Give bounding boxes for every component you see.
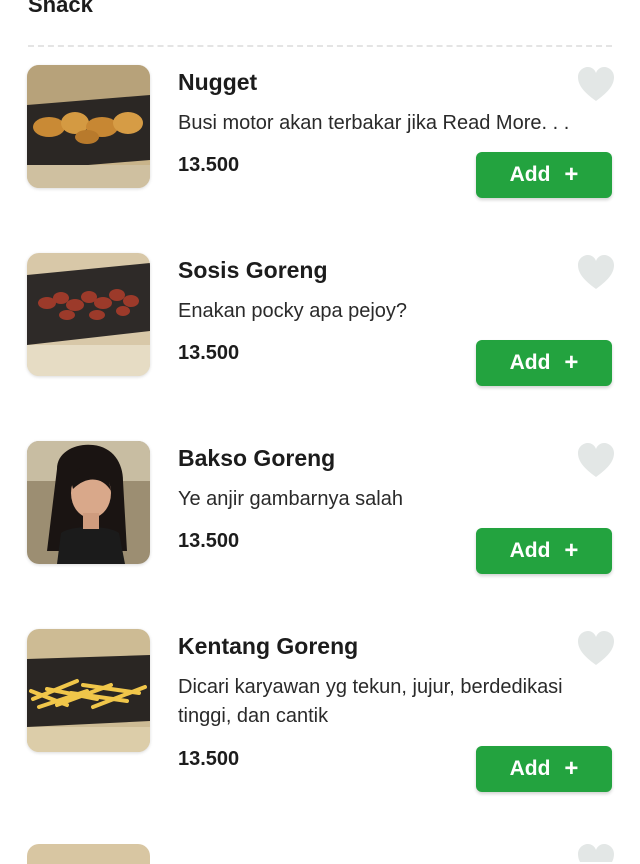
item-name: Bakso Goreng (178, 445, 336, 471)
plus-icon: + (564, 755, 579, 782)
add-button[interactable]: Add + (476, 528, 612, 574)
menu-item[interactable]: Sosis Goreng Enakan pocky apa pejoy? 13.… (0, 253, 640, 413)
portrait-photo (27, 441, 150, 564)
item-image-kentang-goreng[interactable] (27, 629, 150, 752)
item-image-nugget[interactable] (27, 65, 150, 188)
item-description: Ye anjir gambarnya salah (178, 488, 403, 510)
plus-icon: + (564, 537, 579, 564)
item-description: Enakan pocky apa pejoy? (178, 300, 408, 322)
item-image-bakso-goreng[interactable] (27, 441, 150, 564)
item-price: 13.500 (178, 748, 240, 770)
menu-item[interactable]: Kentang Goreng Dicari karyawan yg tekun,… (0, 629, 640, 792)
item-name: Nugget (178, 69, 258, 95)
add-button-label: Add (509, 351, 551, 374)
next-item-heart-icon[interactable] (576, 842, 616, 862)
section-title: Snack (28, 0, 93, 17)
item-description: Dicari karyawan yg tekun, jujur, berdedi… (178, 676, 563, 727)
item-price: 13.500 (178, 154, 240, 176)
add-button-label: Add (509, 757, 551, 780)
fries-photo (27, 629, 150, 752)
menu-item[interactable]: Nugget Busi motor akan terbakar jika Rea… (0, 65, 640, 225)
item-price: 13.500 (178, 342, 240, 364)
menu-item[interactable]: Bakso Goreng Ye anjir gambarnya salah 13… (0, 441, 640, 601)
item-description: Busi motor akan terbakar jika Read More.… (178, 112, 570, 134)
item-image-sosis-goreng[interactable] (27, 253, 150, 376)
section-divider (28, 45, 612, 47)
nugget-photo (27, 65, 150, 188)
favorite-heart-icon[interactable] (576, 65, 616, 105)
item-name: Sosis Goreng (178, 257, 328, 283)
item-name: Kentang Goreng (178, 633, 359, 659)
favorite-heart-icon[interactable] (576, 629, 616, 669)
item-price: 13.500 (178, 530, 240, 552)
plus-icon: + (564, 161, 579, 188)
add-button[interactable]: Add + (476, 340, 612, 386)
add-button[interactable]: Add + (476, 152, 612, 198)
add-button[interactable]: Add + (476, 746, 612, 792)
add-button-label: Add (509, 163, 551, 186)
sausage-photo (27, 253, 150, 376)
plus-icon: + (564, 349, 579, 376)
add-button-label: Add (509, 539, 551, 562)
favorite-heart-icon[interactable] (576, 441, 616, 481)
favorite-heart-icon[interactable] (576, 253, 616, 293)
next-item-image[interactable] (27, 844, 150, 864)
